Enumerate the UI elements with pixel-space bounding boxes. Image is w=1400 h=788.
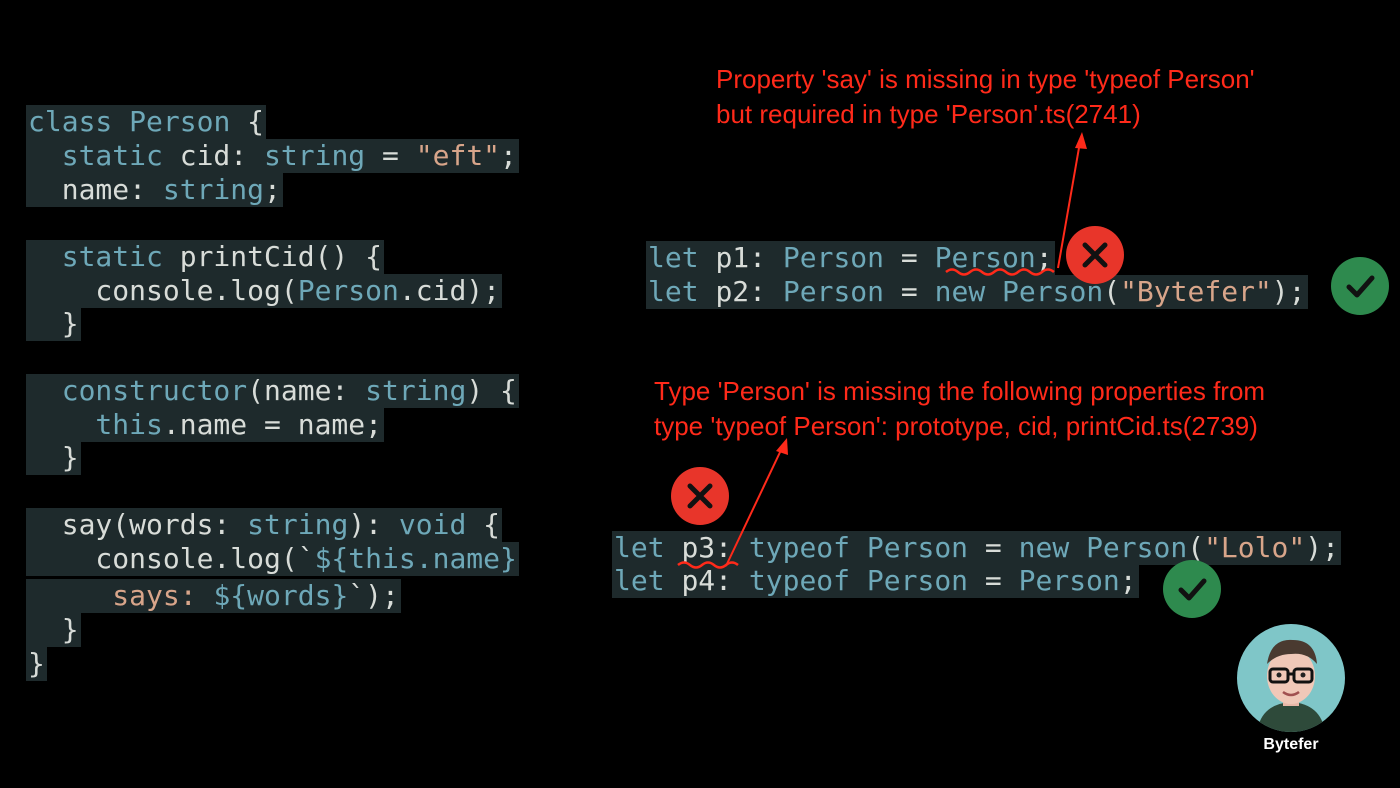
code-token: Person: [1086, 531, 1188, 564]
code-token: p1:: [715, 241, 783, 274]
code-token: string: [365, 374, 467, 407]
code-token: Person: [934, 241, 1036, 274]
code-token: );: [1271, 275, 1306, 308]
code-line: class Person {: [26, 105, 267, 139]
check-icon-p2: [1331, 257, 1389, 315]
code-token: string: [247, 508, 349, 541]
code-token: typeof: [748, 531, 867, 564]
code-token: {: [247, 105, 265, 138]
arrow-head-top: [1075, 132, 1087, 149]
error-message-bottom-line2: type 'typeof Person': prototype, cid, pr…: [654, 411, 1258, 441]
error-message-bottom-line1: Type 'Person' is missing the following p…: [654, 376, 1266, 406]
code-token: Person: [1018, 564, 1120, 597]
code-token: `);: [348, 579, 399, 612]
code-token: .cid);: [398, 274, 501, 307]
code-token: new: [934, 275, 1003, 308]
code-token: let: [614, 564, 682, 597]
code-token: ;: [1035, 241, 1053, 274]
code-token: Person: [782, 275, 885, 308]
code-token: let: [648, 241, 716, 274]
code-token: Person: [129, 105, 248, 138]
code-token: let: [648, 275, 716, 308]
code-line: console.log(Person.cid);: [26, 274, 503, 308]
code-token: Person: [866, 531, 969, 564]
code-token: "eft": [415, 139, 501, 172]
code-line: this.name = name;: [26, 408, 385, 442]
error-x-icon-p1: [1066, 226, 1124, 284]
code-token: .name = name;: [162, 408, 383, 441]
code-token: }: [28, 441, 79, 474]
code-token: .name}: [415, 542, 517, 575]
code-token: "Bytefer": [1120, 275, 1272, 308]
code-token: string: [264, 139, 366, 172]
code-line: console.log(`${this.name}: [26, 542, 519, 576]
code-token: }: [28, 647, 45, 680]
code-token: ):: [348, 508, 399, 541]
code-token: =: [884, 241, 935, 274]
code-token: cid:: [179, 139, 265, 172]
code-token: static: [28, 240, 180, 273]
code-token: p4:: [681, 564, 749, 597]
code-line: static printCid() {: [26, 240, 385, 274]
code-token: "Lolo": [1204, 531, 1306, 564]
brand-name: Bytefer: [1263, 736, 1319, 753]
code-token: =: [968, 531, 1019, 564]
code-token: void: [398, 508, 467, 541]
code-line: let p4: typeof Person = Person;: [612, 564, 1139, 598]
code-token: =: [968, 564, 1019, 597]
code-token: (name:: [247, 374, 366, 407]
code-token: ${: [314, 542, 349, 575]
code-token: Person: [866, 564, 969, 597]
code-line: let p3: typeof Person = new Person("Lolo…: [612, 531, 1341, 565]
code-token: ${words}: [213, 579, 349, 612]
code-token: ;: [264, 173, 281, 206]
code-line: let p2: Person = new Person("Bytefer");: [646, 275, 1308, 309]
code-line: }: [26, 647, 47, 681]
code-token: }: [28, 613, 79, 646]
code-token: =: [884, 275, 935, 308]
code-token: );: [1305, 531, 1339, 564]
code-token: new: [1018, 531, 1087, 564]
code-token: say(words:: [28, 508, 248, 541]
code-token: p2:: [715, 275, 783, 308]
code-token: this: [28, 408, 163, 441]
code-token: console.log(`: [28, 542, 315, 575]
code-token: Person: [782, 241, 885, 274]
code-token: let: [614, 531, 682, 564]
code-token: ) {: [466, 374, 517, 407]
code-line: }: [26, 307, 81, 341]
error-message-top-line1: Property 'say' is missing in type 'typeo…: [716, 64, 1255, 94]
code-line: static cid: string = "eft";: [26, 139, 519, 173]
bytefer-avatar: [1237, 624, 1345, 732]
code-line: }: [26, 613, 81, 647]
code-line: say(words: string): void {: [26, 508, 503, 542]
code-token: console.log(: [28, 274, 298, 307]
code-token: typeof: [748, 564, 867, 597]
code-token: {: [466, 508, 501, 541]
code-token: constructor: [28, 374, 248, 407]
code-token: Person: [297, 274, 399, 307]
code-token: static: [28, 139, 180, 172]
code-line: says: ${words}`);: [26, 579, 401, 613]
code-token: p3:: [681, 531, 749, 564]
code-token: ;: [1119, 564, 1137, 597]
code-line: constructor(name: string) {: [26, 374, 519, 408]
code-token: name:: [28, 173, 163, 206]
error-message-top-line2: but required in type 'Person'.ts(2741): [716, 99, 1141, 129]
check-icon-p4: [1163, 560, 1221, 618]
code-token: =: [365, 139, 416, 172]
code-token: printCid() {: [179, 240, 383, 273]
code-token: this: [348, 542, 416, 575]
code-token: ;: [500, 139, 517, 172]
code-line: }: [26, 441, 81, 475]
code-line: let p1: Person = Person;: [646, 241, 1055, 275]
code-token: string: [162, 173, 265, 206]
code-token: class: [28, 105, 130, 138]
code-token: }: [28, 307, 79, 340]
error-x-icon-p3: [671, 467, 729, 525]
code-token: says:: [28, 579, 214, 612]
code-line: name: string;: [26, 173, 283, 207]
